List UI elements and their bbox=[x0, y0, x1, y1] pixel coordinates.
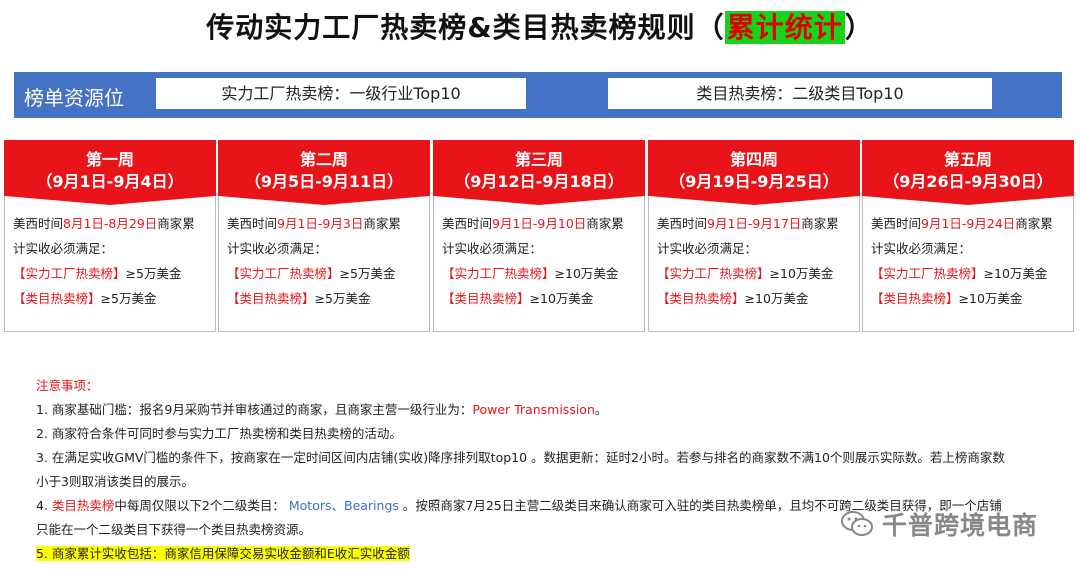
factory-label: 【实力工厂热卖榜】 bbox=[227, 266, 340, 281]
requirement-text-2: 计实收必须满足： bbox=[657, 241, 758, 256]
week-card-4: 第四周 （9月19日-9月25日） 美西时间9月1日-9月17日商家累 计实收必… bbox=[648, 140, 860, 332]
week-range: （9月19日-9月25日） bbox=[669, 172, 839, 191]
tz-label: 美西时间 bbox=[13, 216, 64, 231]
week-header: 第一周 （9月1日-9月4日） bbox=[4, 140, 216, 196]
week-range: （9月1日-9月4日） bbox=[36, 172, 184, 191]
header-arrow bbox=[863, 196, 1073, 205]
category-value: ≥5万美金 bbox=[314, 291, 371, 306]
requirement-text: 商家累 bbox=[157, 216, 195, 231]
week-card-1: 第一周 （9月1日-9月4日） 美西时间8月1日-8月29日商家累 计实收必须满… bbox=[4, 140, 216, 332]
wechat-icon bbox=[841, 511, 873, 536]
week-name: 第三周 bbox=[514, 150, 563, 169]
category-value: ≥10万美金 bbox=[958, 291, 1023, 306]
category-ranking-box: 类目热卖榜：二级类目Top10 bbox=[608, 78, 992, 109]
note-1: 1. 商家基础门槛：报名9月采购节并审核通过的商家，且商家主营一级行业为：Pow… bbox=[36, 398, 1066, 422]
factory-ranking-box: 实力工厂热卖榜：一级行业Top10 bbox=[156, 78, 526, 109]
note-1-text: 1. 商家基础门槛：报名9月采购节并审核通过的商家，且商家主营一级行业为： bbox=[36, 402, 473, 417]
tz-label: 美西时间 bbox=[227, 216, 278, 231]
category-label: 【类目热卖榜】 bbox=[871, 291, 959, 306]
week-body: 美西时间9月1日-9月17日商家累 计实收必须满足： 【实力工厂热卖榜】≥10万… bbox=[657, 211, 857, 311]
title-end: ） bbox=[844, 11, 874, 44]
week-range: （9月12日-9月18日） bbox=[454, 172, 624, 191]
category-label: 【类目热卖榜】 bbox=[227, 291, 315, 306]
week-card-2: 第二周 （9月5日-9月11日） 美西时间9月1日-9月3日商家累 计实收必须满… bbox=[218, 140, 430, 332]
period: 8月1日-8月29日 bbox=[63, 216, 158, 231]
period: 9月1日-9月24日 bbox=[921, 216, 1016, 231]
note-3-line2: 小于3则取消该类目的展示。 bbox=[36, 474, 194, 489]
requirement-text-2: 计实收必须满足： bbox=[871, 241, 972, 256]
note-4-num: 4. bbox=[36, 498, 52, 513]
header-arrow bbox=[219, 196, 429, 205]
category-value: ≥10万美金 bbox=[744, 291, 809, 306]
factory-value: ≥10万美金 bbox=[983, 266, 1048, 281]
note-4-classes: Motors、Bearings bbox=[284, 498, 403, 513]
note-4-text2: 。按照商家7月25日主营二级类目来确认商家可入驻的类目热卖榜单，且均 bbox=[402, 498, 815, 513]
factory-label: 【实力工厂热卖榜】 bbox=[871, 266, 984, 281]
category-value: ≥10万美金 bbox=[529, 291, 594, 306]
category-value: ≥5万美金 bbox=[100, 291, 157, 306]
week-card-5: 第五周 （9月26日-9月30日） 美西时间9月1日-9月24日商家累 计实收必… bbox=[862, 140, 1074, 332]
watermark-text: 千普跨境电商 bbox=[882, 511, 1039, 540]
note-2: 2. 商家符合条件可同时参与实力工厂热卖榜和类目热卖榜的活动。 bbox=[36, 426, 402, 441]
note-1-industry: Power Transmission bbox=[472, 402, 595, 417]
factory-value: ≥5万美金 bbox=[339, 266, 396, 281]
week-name: 第五周 bbox=[943, 150, 992, 169]
requirement-text: 商家累 bbox=[801, 216, 839, 231]
factory-value: ≥10万美金 bbox=[554, 266, 619, 281]
period: 9月1日-9月3日 bbox=[277, 216, 364, 231]
requirement-text-2: 计实收必须满足： bbox=[13, 241, 114, 256]
week-body: 美西时间9月1日-9月3日商家累 计实收必须满足： 【实力工厂热卖榜】≥5万美金… bbox=[227, 211, 427, 311]
week-header: 第二周 （9月5日-9月11日） bbox=[218, 140, 430, 196]
category-label: 【类目热卖榜】 bbox=[657, 291, 745, 306]
factory-label: 【实力工厂热卖榜】 bbox=[442, 266, 555, 281]
week-name: 第二周 bbox=[299, 150, 348, 169]
week-header: 第五周 （9月26日-9月30日） bbox=[862, 140, 1074, 196]
tz-label: 美西时间 bbox=[442, 216, 493, 231]
week-body: 美西时间9月1日-9月10日商家累 计实收必须满足： 【实力工厂热卖榜】≥10万… bbox=[442, 211, 642, 311]
period: 9月1日-9月17日 bbox=[707, 216, 802, 231]
resource-bar-label: 榜单资源位 bbox=[24, 86, 124, 110]
requirement-text: 商家累 bbox=[363, 216, 401, 231]
week-body: 美西时间9月1日-9月24日商家累 计实收必须满足： 【实力工厂热卖榜】≥10万… bbox=[871, 211, 1071, 311]
note-3-line1: 3. 在满足实收GMV门槛的条件下，按商家在一定时间区间内店铺(实收)降序排列取… bbox=[36, 450, 1005, 465]
resource-bar: 榜单资源位 实力工厂热卖榜：一级行业Top10 类目热卖榜：二级类目Top10 bbox=[14, 72, 1062, 118]
week-range: （9月26日-9月30日） bbox=[883, 172, 1053, 191]
factory-value: ≥5万美金 bbox=[125, 266, 182, 281]
title-highlight: 累计统计 bbox=[724, 11, 845, 44]
week-card-3: 第三周 （9月12日-9月18日） 美西时间9月1日-9月10日商家累 计实收必… bbox=[433, 140, 645, 332]
week-header: 第三周 （9月12日-9月18日） bbox=[433, 140, 645, 196]
notes-title: 注意事项： bbox=[36, 378, 99, 393]
week-header: 第四周 （9月19日-9月25日） bbox=[648, 140, 860, 196]
week-range: （9月5日-9月11日） bbox=[244, 172, 404, 191]
requirement-text-2: 计实收必须满足： bbox=[442, 241, 543, 256]
watermark: 千普跨境电商 bbox=[840, 506, 1038, 542]
factory-label: 【实力工厂热卖榜】 bbox=[13, 266, 126, 281]
factory-value: ≥10万美金 bbox=[769, 266, 834, 281]
factory-label: 【实力工厂热卖榜】 bbox=[657, 266, 770, 281]
note-4-text: 中每周仅限以下2个二级类目： bbox=[114, 498, 285, 513]
requirement-text-2: 计实收必须满足： bbox=[227, 241, 328, 256]
week-name: 第四周 bbox=[729, 150, 778, 169]
note-5: 5. 商家累计实收包括：商家信用保障交易实收金额和E收汇实收金额 bbox=[36, 546, 410, 561]
header-arrow bbox=[649, 196, 859, 205]
note-4-category: 类目热卖榜 bbox=[51, 498, 115, 513]
category-label: 【类目热卖榜】 bbox=[442, 291, 530, 306]
week-name: 第一周 bbox=[85, 150, 134, 169]
week-body: 美西时间8月1日-8月29日商家累 计实收必须满足： 【实力工厂热卖榜】≥5万美… bbox=[13, 211, 213, 311]
title-main: 传动实力工厂热卖榜&类目热卖榜规则（ bbox=[206, 11, 725, 44]
page-title: 传动实力工厂热卖榜&类目热卖榜规则（累计统计） bbox=[0, 6, 1080, 46]
requirement-text: 商家累 bbox=[586, 216, 624, 231]
category-label: 【类目热卖榜】 bbox=[13, 291, 101, 306]
header-arrow bbox=[5, 196, 215, 205]
requirement-text: 商家累 bbox=[1015, 216, 1053, 231]
period: 9月1日-9月10日 bbox=[492, 216, 587, 231]
tz-label: 美西时间 bbox=[657, 216, 708, 231]
tz-label: 美西时间 bbox=[871, 216, 922, 231]
note-1-end: 。 bbox=[594, 402, 608, 417]
header-arrow bbox=[434, 196, 644, 205]
